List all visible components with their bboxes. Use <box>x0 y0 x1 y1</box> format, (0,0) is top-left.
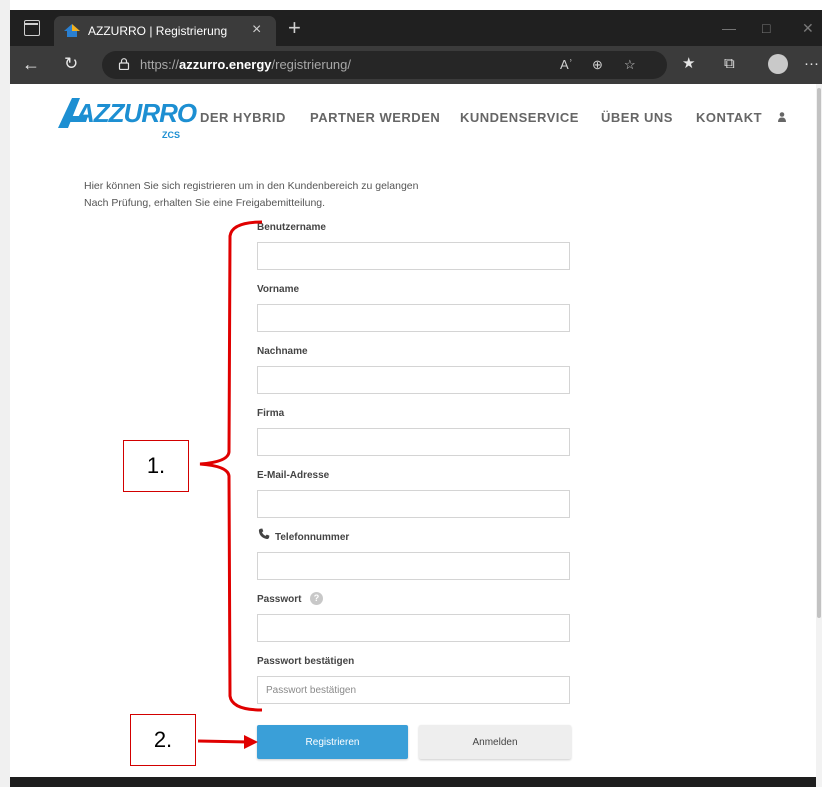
label-nachname: Nachname <box>257 346 308 357</box>
favicon-icon <box>64 24 80 37</box>
annotation-step-1: 1. <box>123 440 189 492</box>
maximize-icon[interactable]: □ <box>762 20 770 36</box>
collections-icon[interactable]: ⧉ <box>724 55 735 73</box>
tab-registrierung[interactable]: AZZURRO | Registrierung × <box>54 16 276 46</box>
label-email: E-Mail-Adresse <box>257 470 330 481</box>
label-passwort: Passwort <box>257 594 302 605</box>
logo-sub-text: ZCS <box>162 130 180 140</box>
nachname-input[interactable] <box>257 366 570 394</box>
toolbar: ← ↻ https://azzurro.energy/registrierung… <box>10 46 822 84</box>
browser-window: AZZURRO | Registrierung × + — □ ✕ ← ↻ ht… <box>0 0 822 787</box>
nav-ueber-uns[interactable]: ÜBER UNS <box>601 110 673 125</box>
intro-line-1: Hier können Sie sich registrieren um in … <box>84 180 419 192</box>
telefonnummer-input[interactable] <box>257 552 570 580</box>
help-icon[interactable]: ? <box>310 592 323 605</box>
annotation-step-2: 2. <box>130 714 196 766</box>
url-text: https://azzurro.energy/registrierung/ <box>140 57 351 72</box>
scrollbar-thumb[interactable] <box>817 88 821 618</box>
refresh-icon[interactable]: ↻ <box>64 54 78 74</box>
label-benutzername: Benutzername <box>257 222 326 233</box>
favorites-icon[interactable]: ★ <box>682 55 695 73</box>
minimize-icon[interactable]: — <box>722 20 736 36</box>
tab-actions-icon[interactable] <box>24 20 40 36</box>
back-icon[interactable]: ← <box>22 54 40 74</box>
intro-text: Hier können Sie sich registrieren um in … <box>84 178 418 212</box>
zoom-icon[interactable]: ⊕ <box>592 57 603 73</box>
tab-close-icon[interactable]: × <box>252 21 261 39</box>
nav-kundenservice[interactable]: KUNDENSERVICE <box>460 110 579 125</box>
benutzername-input[interactable] <box>257 242 570 270</box>
window-border <box>0 0 10 787</box>
more-menu-icon[interactable]: ··· <box>804 55 819 73</box>
azzurro-logo[interactable]: AZZURRO ZCS <box>58 96 218 140</box>
intro-line-2: Nach Prüfung, erhalten Sie eine Freigabe… <box>84 197 326 209</box>
anmelden-button[interactable]: Anmelden <box>419 725 571 759</box>
label-firma: Firma <box>257 408 285 419</box>
firma-input[interactable] <box>257 428 570 456</box>
tab-title: AZZURRO | Registrierung <box>88 24 228 38</box>
footer-bar <box>10 777 816 787</box>
nav-partner-werden[interactable]: PARTNER WERDEN <box>310 110 440 125</box>
passwort-input[interactable] <box>257 614 570 642</box>
user-icon[interactable] <box>778 112 786 122</box>
nav-der-hybrid[interactable]: DER HYBRID <box>200 110 286 125</box>
passwort-bestaetigen-input[interactable] <box>257 676 570 704</box>
tab-bar: AZZURRO | Registrierung × + — □ ✕ <box>10 10 822 46</box>
address-bar[interactable]: https://azzurro.energy/registrierung/ Aʾ… <box>102 51 667 79</box>
web-page: AZZURRO ZCS DER HYBRID PARTNER WERDEN KU… <box>10 84 816 787</box>
label-passwort-bestaetigen: Passwort bestätigen <box>257 656 355 667</box>
registrieren-button[interactable]: Registrieren <box>257 725 408 759</box>
email-input[interactable] <box>257 490 570 518</box>
vorname-input[interactable] <box>257 304 570 332</box>
nav-kontakt[interactable]: KONTAKT <box>696 110 762 125</box>
lock-icon <box>118 58 130 70</box>
logo-text: AZZURRO <box>76 98 197 128</box>
close-window-icon[interactable]: ✕ <box>802 20 814 36</box>
read-aloud-icon[interactable]: Aʾ <box>560 57 573 72</box>
phone-icon <box>258 528 270 540</box>
profile-avatar[interactable] <box>768 54 788 74</box>
label-vorname: Vorname <box>257 284 300 295</box>
new-tab-icon[interactable]: + <box>288 16 301 40</box>
add-favorite-icon[interactable]: ☆ <box>624 57 636 73</box>
label-telefonnummer: Telefonnummer <box>275 532 350 543</box>
